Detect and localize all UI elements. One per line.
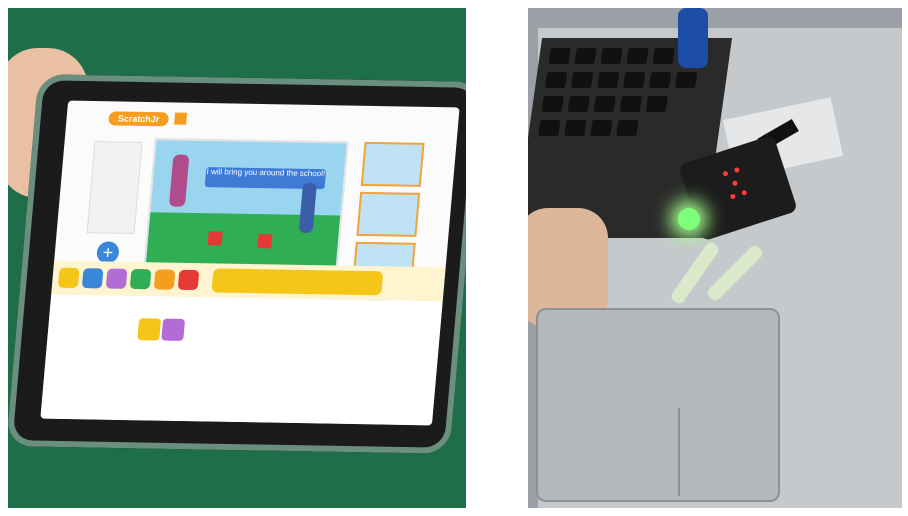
block-category-icon[interactable]: [81, 268, 104, 289]
home-icon[interactable]: [174, 112, 188, 125]
block-category-icon[interactable]: [129, 268, 152, 290]
stage: I will bring you around the school!: [143, 138, 349, 270]
page-thumbnail[interactable]: [360, 141, 425, 187]
chair: [257, 234, 273, 249]
character-sprite[interactable]: [168, 154, 190, 207]
trigger-blocks[interactable]: [211, 268, 384, 296]
page-thumbnail[interactable]: [356, 191, 421, 237]
photo-laptop-microbit: [528, 8, 902, 508]
block-category-icon[interactable]: [153, 269, 176, 290]
add-sprite-button[interactable]: +: [95, 241, 120, 264]
tablet-screen: ScratchJr + I will bring you around the …: [40, 100, 460, 426]
photo-tablet-scratchjr: ScratchJr + I will bring you around the …: [8, 8, 466, 508]
green-flag-icon[interactable]: [137, 318, 162, 341]
block-category-icon[interactable]: [105, 268, 128, 289]
script-area: [40, 294, 443, 426]
block-category-icon[interactable]: [57, 267, 80, 289]
block-category-icon[interactable]: [177, 269, 200, 291]
sprite-list[interactable]: [86, 141, 143, 234]
message-block[interactable]: [161, 318, 186, 341]
cable-bundle: [678, 8, 708, 68]
chair: [207, 231, 223, 246]
app-logo: ScratchJr: [108, 111, 170, 127]
trackpad-button: [678, 408, 770, 496]
green-led: [678, 208, 700, 230]
